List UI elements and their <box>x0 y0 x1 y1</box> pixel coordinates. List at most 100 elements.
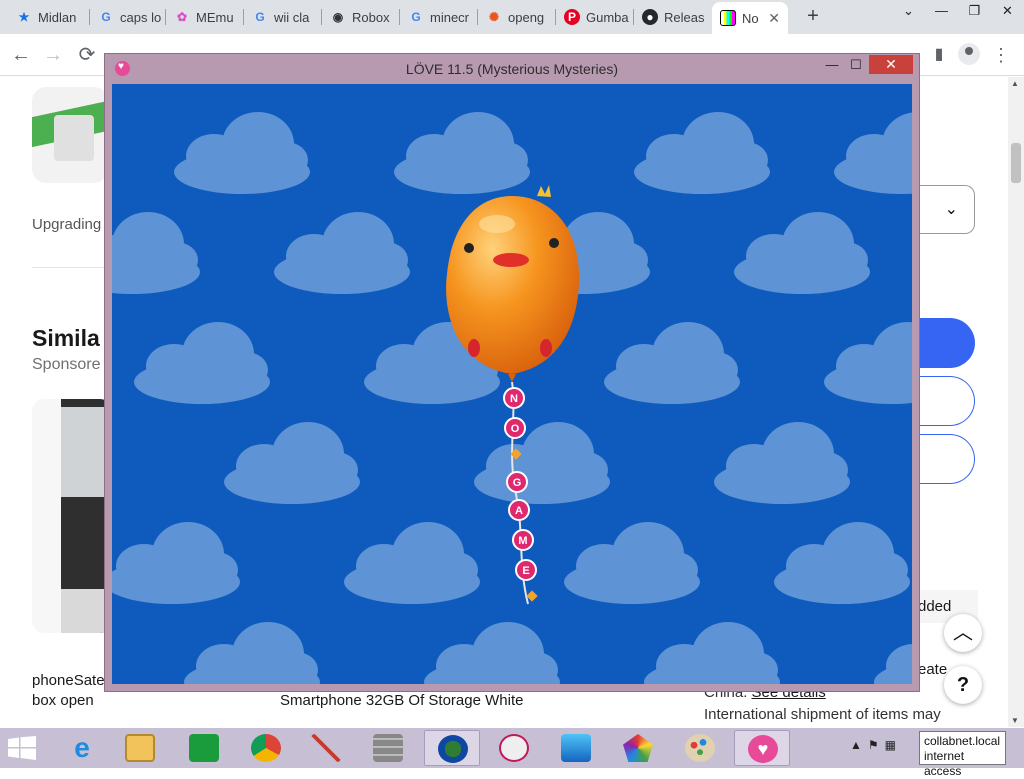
balloon-eye-left <box>464 243 474 253</box>
color-taskbar-item[interactable] <box>610 730 666 766</box>
network-status: internet access <box>924 749 965 778</box>
tab-wii[interactable]: G wii cla <box>244 4 322 30</box>
tool-taskbar-item[interactable] <box>298 730 354 766</box>
flag-icon[interactable]: ⚑ <box>868 738 879 758</box>
palette-taskbar-item[interactable] <box>672 730 728 766</box>
network-icon[interactable]: ▦ <box>885 738 896 758</box>
balloon-beak <box>493 253 529 267</box>
similar-product-title-1[interactable]: phoneSate box open <box>32 671 112 711</box>
forward-button[interactable]: → <box>40 42 66 68</box>
ie-taskbar-item[interactable]: e <box>54 730 110 766</box>
eate-text: eate <box>918 661 948 678</box>
minimize-button[interactable]: — <box>925 0 958 24</box>
cloud <box>394 112 530 194</box>
tab-caps-lock[interactable]: G caps lo <box>90 4 166 30</box>
love-minimize-button[interactable]: — <box>819 56 845 74</box>
product-thumbnail[interactable] <box>32 87 108 183</box>
back-button[interactable]: ← <box>8 42 34 68</box>
cloud <box>134 322 270 404</box>
tab-opengl[interactable]: ✺ openg <box>478 4 556 30</box>
tab-title: MEmu <box>196 9 234 25</box>
sidebar-icon[interactable]: ▮ <box>926 42 952 68</box>
tray-chevron-icon[interactable]: ▲ <box>850 738 862 758</box>
browser-tab-strip: ★ Midlan G caps lo ✿ MEmu G wii cla ◉ Ro… <box>0 0 1024 34</box>
download-icon <box>438 735 468 763</box>
balloon-letter: N <box>510 393 518 405</box>
scrollbar-thumb[interactable] <box>1011 143 1021 183</box>
chevron-down-icon: ⌄ <box>944 201 958 218</box>
add-to-cart-button[interactable] <box>918 376 975 426</box>
cloud <box>634 112 770 194</box>
close-tab-icon[interactable]: ✕ <box>768 10 780 27</box>
paint-taskbar-item[interactable] <box>486 730 542 766</box>
cloud <box>174 112 310 194</box>
github-icon: ● <box>642 9 658 25</box>
close-window-button[interactable]: ✕ <box>991 0 1024 24</box>
wall-icon <box>373 734 403 762</box>
taskbar: e ♥ ▲ ⚑ ▦ <box>0 728 1024 768</box>
windows-start-icon[interactable] <box>8 736 36 760</box>
game-canvas[interactable]: N O G A M E <box>112 84 912 684</box>
cloud <box>644 622 780 684</box>
restore-button[interactable]: ❐ <box>958 0 991 24</box>
tab-title: caps lo <box>120 9 162 25</box>
cloud <box>714 422 850 504</box>
tv-test-icon <box>720 10 736 26</box>
cloud <box>344 522 480 604</box>
tab-title: minecr <box>430 9 470 25</box>
tab-active-nogame[interactable]: No ✕ <box>712 2 788 34</box>
love-maximize-button[interactable]: ☐ <box>843 56 869 74</box>
wall-taskbar-item[interactable] <box>360 730 416 766</box>
variant-select[interactable]: ⌄ <box>918 185 975 234</box>
similar-product-image[interactable] <box>32 399 112 633</box>
similar-items-heading: Simila <box>32 325 100 351</box>
love-game-window: LÖVE 11.5 (Mysterious Mysteries) — ☐ ✕ <box>104 53 920 692</box>
chrome-taskbar-item[interactable] <box>238 730 294 766</box>
browser-window-controls: ⌄ — ❐ ✕ <box>892 0 1024 24</box>
love-taskbar-item[interactable]: ♥ <box>734 730 790 766</box>
photos-icon <box>561 734 591 762</box>
new-tab-button[interactable]: + <box>801 5 825 29</box>
cloud <box>112 212 200 294</box>
store-icon <box>189 734 219 762</box>
store-taskbar-item[interactable] <box>176 730 232 766</box>
tab-search-icon[interactable]: ⌄ <box>892 0 925 24</box>
nogame-scene: N O G A M E <box>112 112 912 684</box>
explorer-taskbar-item[interactable] <box>112 730 168 766</box>
balloon-letter: M <box>518 535 527 547</box>
shipping-line: International shipment of items may <box>704 706 941 723</box>
tab-midlan[interactable]: ★ Midlan <box>8 4 90 30</box>
love-title-bar[interactable]: LÖVE 11.5 (Mysterious Mysteries) — ☐ ✕ <box>105 54 919 84</box>
tab-memu[interactable]: ✿ MEmu <box>166 4 244 30</box>
cloud <box>604 322 740 404</box>
scroll-down-icon[interactable]: ▼ <box>1011 716 1019 725</box>
tool-icon <box>311 734 341 762</box>
buy-it-now-button[interactable] <box>918 318 975 368</box>
cloud <box>474 422 610 504</box>
reload-button[interactable]: ⟳ <box>74 42 100 68</box>
love-icon: ♥ <box>748 735 778 763</box>
upgrading-text: Upgrading <box>32 216 102 233</box>
download-taskbar-item[interactable] <box>424 730 480 766</box>
ie-icon: e <box>74 732 90 763</box>
tab-gumball[interactable]: P Gumba <box>556 4 634 30</box>
network-tooltip: collabnet.local internet access <box>919 731 1006 778</box>
wiki-icon: ◉ <box>332 10 344 24</box>
photos-taskbar-item[interactable] <box>548 730 604 766</box>
add-to-watchlist-button[interactable] <box>918 434 975 484</box>
profile-avatar[interactable] <box>958 43 980 65</box>
tab-title: wii cla <box>274 9 310 25</box>
scroll-up-icon[interactable]: ▲ <box>1011 79 1019 88</box>
cloud <box>834 112 912 194</box>
tab-minecraft[interactable]: G minecr <box>400 4 478 30</box>
cloud <box>734 212 870 294</box>
scroll-to-top-button[interactable]: ︿ <box>944 614 982 652</box>
page-scrollbar[interactable]: ▲ ▼ <box>1008 77 1024 727</box>
tab-robox[interactable]: ◉ Robox <box>322 4 400 30</box>
similar-product-title-2[interactable]: Smartphone 32GB Of Storage White <box>280 691 540 711</box>
love-close-button[interactable]: ✕ <box>869 55 913 74</box>
tab-releases[interactable]: ● Releas <box>634 4 712 30</box>
system-tray: ▲ ⚑ ▦ <box>850 738 896 758</box>
pinterest-icon: P <box>564 9 580 25</box>
menu-icon[interactable]: ⋮ <box>988 42 1014 68</box>
